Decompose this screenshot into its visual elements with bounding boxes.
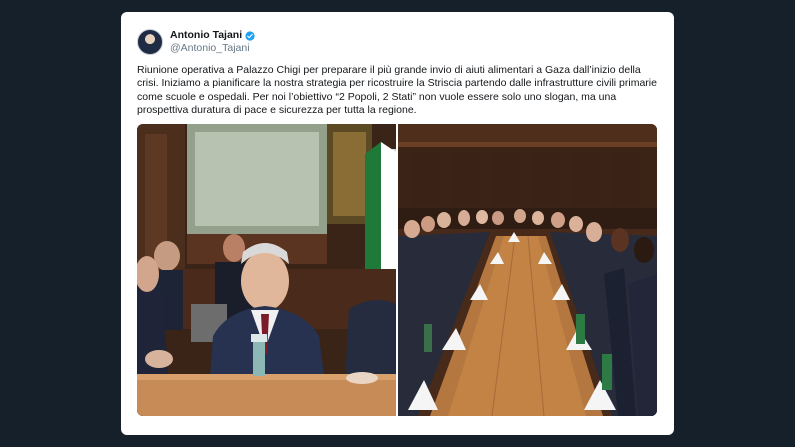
avatar[interactable] <box>137 29 163 55</box>
user-info: Antonio Tajani @Antonio_Tajani <box>170 29 255 55</box>
meeting-photo-right[interactable] <box>398 124 657 416</box>
meeting-photo-left[interactable] <box>137 124 396 416</box>
verified-badge-icon <box>245 30 255 41</box>
meeting-photo-left-image <box>137 124 396 416</box>
name-row: Antonio Tajani <box>170 29 255 42</box>
tweet-card: Antonio Tajani @Antonio_Tajani Riunione … <box>121 12 674 435</box>
user-handle[interactable]: @Antonio_Tajani <box>170 42 255 55</box>
display-name[interactable]: Antonio Tajani <box>170 29 242 42</box>
meeting-photo-right-image <box>398 124 657 416</box>
tweet-media[interactable] <box>137 124 657 416</box>
tweet-header: Antonio Tajani @Antonio_Tajani <box>137 28 255 56</box>
tweet-text: Riunione operativa a Palazzo Chigi per p… <box>137 64 657 117</box>
